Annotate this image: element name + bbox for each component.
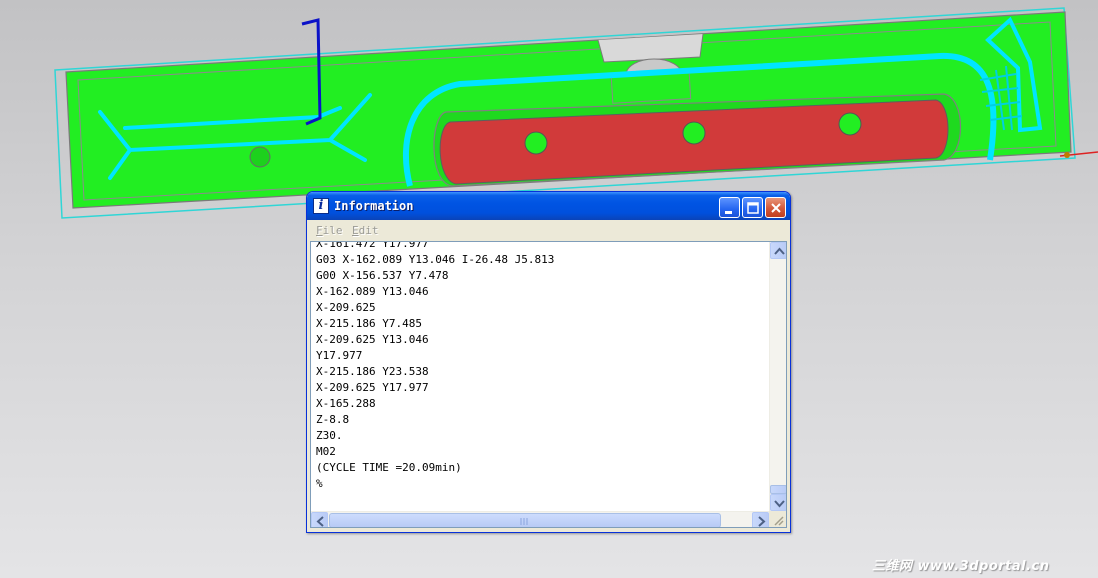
code-line: (CYCLE TIME =20.09min) <box>316 461 462 474</box>
minimize-button[interactable] <box>719 197 740 218</box>
left-hole <box>249 146 271 168</box>
menu-file[interactable]: File <box>316 224 343 237</box>
horizontal-scrollbar[interactable] <box>311 511 769 527</box>
chevron-up-icon <box>774 247 785 255</box>
nc-program-text[interactable]: X-161.472 Y17.977 G03 X-162.089 Y13.046 … <box>316 241 766 506</box>
vertical-scrollbar[interactable] <box>769 242 786 511</box>
pocket-hole-1 <box>524 131 548 155</box>
pocket-hole-2 <box>682 121 706 145</box>
resize-grip-icon <box>774 516 784 526</box>
information-window[interactable]: i Information File Edit X-161.472 Y17.97… <box>306 191 791 533</box>
menu-edit-label: dit <box>358 224 379 237</box>
info-text-area[interactable]: X-161.472 Y17.977 G03 X-162.089 Y13.046 … <box>310 241 787 528</box>
close-button[interactable] <box>765 197 786 218</box>
code-line: X-161.472 Y17.977 <box>316 241 429 250</box>
close-icon <box>771 203 781 213</box>
menu-bar: File Edit <box>310 221 787 240</box>
coordinate-origin <box>1064 152 1070 158</box>
scroll-left-button[interactable] <box>311 512 328 527</box>
window-title: Information <box>334 199 414 213</box>
chevron-down-icon <box>774 500 785 508</box>
top-slot <box>597 33 704 63</box>
info-icon: i <box>313 198 329 214</box>
maximize-icon <box>747 202 759 214</box>
code-line: X-162.089 Y13.046 <box>316 285 429 298</box>
scroll-right-button[interactable] <box>752 512 769 527</box>
code-line: X-209.625 <box>316 301 376 314</box>
code-line: Z-8.8 <box>316 413 350 426</box>
code-line: Z30. <box>316 429 343 442</box>
menu-file-accel: F <box>316 224 323 237</box>
menu-edit-accel: E <box>352 224 359 237</box>
scroll-down-button[interactable] <box>770 494 786 511</box>
menu-edit[interactable]: Edit <box>352 224 379 237</box>
minimize-icon <box>725 211 732 214</box>
pocket-hole-3 <box>838 112 862 136</box>
chevron-right-icon <box>758 516 766 527</box>
title-bar[interactable]: i Information <box>307 192 790 220</box>
resize-grip[interactable] <box>769 511 786 527</box>
code-line: % <box>316 477 323 490</box>
code-line: M02 <box>316 445 336 458</box>
code-line: G00 X-156.537 Y7.478 <box>316 269 449 282</box>
chevron-left-icon <box>316 516 324 527</box>
code-line: X-209.625 Y13.046 <box>316 333 429 346</box>
vertical-scroll-thumb[interactable] <box>770 485 786 494</box>
code-line: X-165.288 <box>316 397 376 410</box>
menu-file-label: ile <box>322 224 343 237</box>
grip-icon <box>520 518 528 525</box>
horizontal-scroll-thumb[interactable] <box>329 513 721 527</box>
code-line: Y17.977 <box>316 349 363 362</box>
maximize-button[interactable] <box>742 197 763 218</box>
watermark: 三维网 www.3dportal.cn <box>872 559 1050 574</box>
code-line: X-209.625 Y17.977 <box>316 381 429 394</box>
scroll-up-button[interactable] <box>770 242 786 259</box>
code-line: G03 X-162.089 Y13.046 I-26.48 J5.813 <box>316 253 555 266</box>
code-line: X-215.186 Y23.538 <box>316 365 429 378</box>
code-line: X-215.186 Y7.485 <box>316 317 422 330</box>
